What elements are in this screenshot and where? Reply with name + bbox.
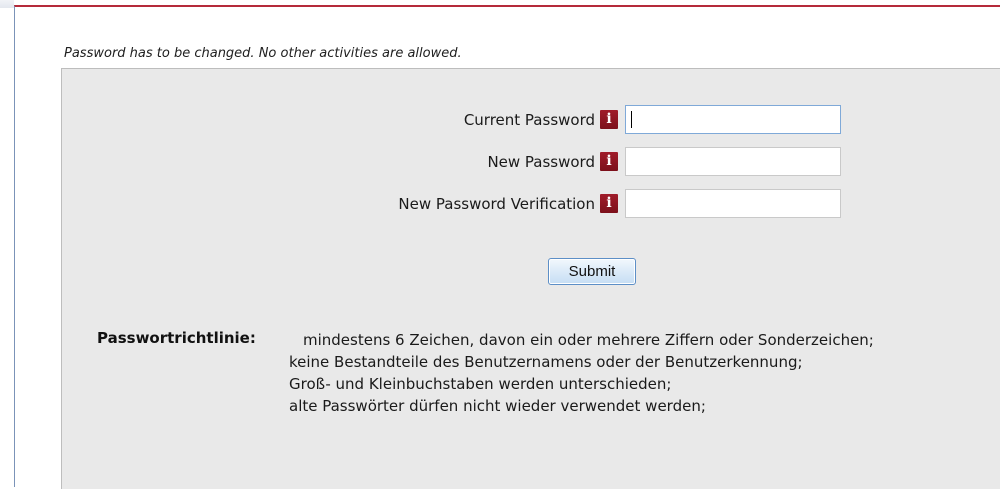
new-password-row: New Password i [62, 147, 1000, 177]
policy-line: Groß- und Kleinbuchstaben werden untersc… [289, 375, 672, 393]
current-password-row: Current Password i [62, 105, 1000, 135]
new-password-verification-label: New Password Verification [398, 195, 595, 213]
password-change-panel: Current Password i New Password i New Pa… [61, 68, 1000, 489]
new-password-label: New Password [487, 153, 595, 171]
submit-button[interactable]: Submit [548, 258, 636, 285]
info-icon[interactable]: i [600, 152, 618, 171]
window-corner [0, 0, 14, 8]
new-password-verification-input[interactable] [625, 189, 841, 218]
text-caret [631, 111, 632, 128]
policy-line: keine Bestandteile des Benutzernamens od… [289, 353, 803, 371]
new-password-input[interactable] [625, 147, 841, 176]
info-icon[interactable]: i [600, 194, 618, 213]
password-change-notice: Password has to be changed. No other act… [64, 46, 462, 61]
policy-line: mindestens 6 Zeichen, davon ein oder meh… [303, 331, 874, 349]
policy-list: mindestens 6 Zeichen, davon ein oder meh… [289, 329, 874, 417]
policy-title: Passwortrichtlinie: [97, 329, 256, 347]
policy-line: alte Passwörter dürfen nicht wieder verw… [289, 397, 706, 415]
info-icon[interactable]: i [600, 110, 618, 129]
current-password-label: Current Password [463, 111, 595, 129]
new-password-verification-row: New Password Verification i [62, 189, 1000, 219]
current-password-input[interactable] [625, 105, 841, 134]
